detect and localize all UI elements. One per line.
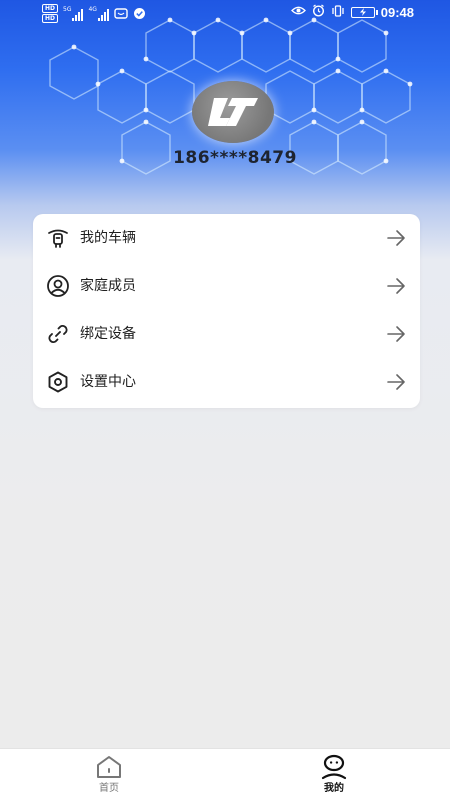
- hd-badge-bottom: HD: [42, 14, 59, 23]
- alarm-icon: [312, 4, 325, 20]
- profile-icon: [319, 753, 349, 781]
- hd-badge-top: HD: [42, 4, 59, 13]
- status-bar: HD HD 5G 4G 09:48: [0, 0, 450, 26]
- message-icon: [114, 7, 128, 20]
- bottom-nav: 首页 我的: [0, 748, 450, 800]
- phone-number: 186****8479: [173, 148, 297, 168]
- scooter-icon: [46, 226, 70, 250]
- signal-5g-icon: 5G: [63, 5, 84, 21]
- menu-item-family-members[interactable]: 家庭成员: [33, 262, 420, 310]
- menu-item-label: 家庭成员: [80, 278, 136, 294]
- user-circle-icon: [46, 274, 70, 298]
- battery-icon: [350, 6, 378, 18]
- menu-item-label: 绑定设备: [80, 326, 136, 342]
- shield-check-icon: [133, 8, 147, 20]
- settings-hexagon-icon: [46, 370, 70, 394]
- nav-home-label: 首页: [99, 783, 119, 794]
- status-left: HD HD 5G 4G: [42, 4, 147, 23]
- menu-item-settings-center[interactable]: 设置中心: [33, 358, 420, 406]
- arrow-right-icon: [387, 230, 405, 246]
- signal-4g-icon: 4G: [88, 5, 109, 21]
- net-type-mid: 4G: [88, 5, 97, 13]
- menu-item-label: 设置中心: [80, 374, 136, 390]
- vibrate-icon: [331, 4, 345, 20]
- menu-card: 我的车辆 家庭成员 绑定设备 设置中心: [33, 214, 420, 408]
- net-type-top: 5G: [63, 5, 72, 13]
- hd-indicators: HD HD: [42, 4, 59, 23]
- nav-mine-label: 我的: [324, 783, 344, 794]
- arrow-right-icon: [387, 326, 405, 342]
- nav-home[interactable]: 首页: [64, 753, 154, 799]
- avatar[interactable]: [192, 81, 274, 143]
- arrow-right-icon: [387, 374, 405, 390]
- menu-item-label: 我的车辆: [80, 230, 136, 246]
- menu-item-bind-device[interactable]: 绑定设备: [33, 310, 420, 358]
- logo-icon: [208, 98, 258, 126]
- status-time: 09:48: [380, 4, 414, 20]
- eye-icon: [290, 5, 306, 19]
- nav-mine[interactable]: 我的: [289, 753, 379, 799]
- arrow-right-icon: [387, 278, 405, 294]
- menu-item-my-vehicles[interactable]: 我的车辆: [33, 214, 420, 262]
- status-right: 09:48: [290, 4, 414, 20]
- link-icon: [46, 322, 70, 346]
- home-icon: [94, 753, 124, 781]
